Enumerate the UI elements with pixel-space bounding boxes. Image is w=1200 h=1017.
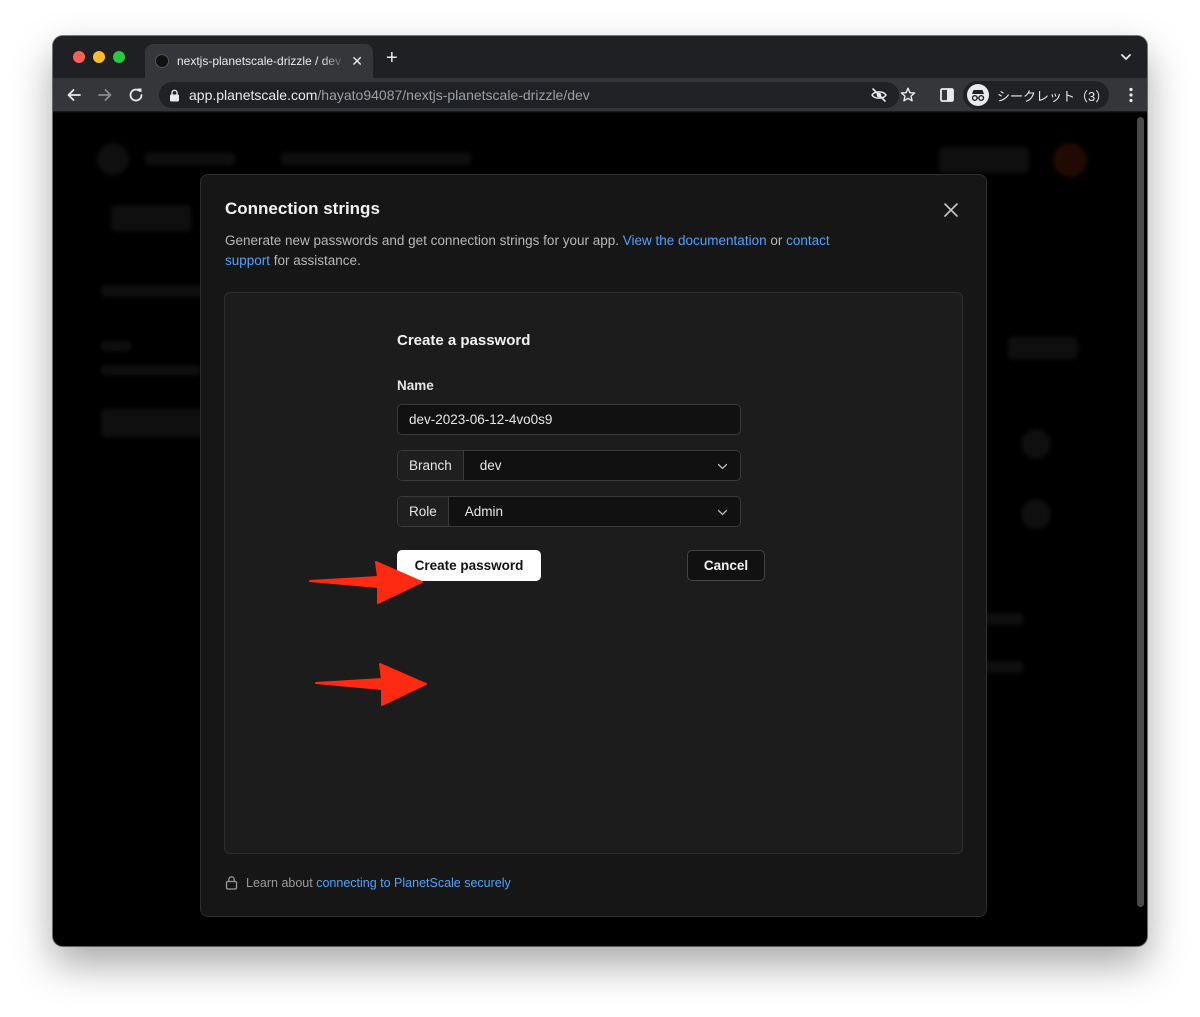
page-viewport: Connection strings Generate new password… bbox=[53, 113, 1147, 946]
page-scrollbar[interactable] bbox=[1137, 117, 1144, 907]
new-tab-button[interactable]: + bbox=[386, 48, 398, 68]
blurred-avatar bbox=[1053, 143, 1087, 177]
security-footer: Learn about connecting to PlanetScale se… bbox=[225, 875, 511, 890]
tab-title: nextjs-planetscale-drizzle / dev bbox=[177, 54, 342, 68]
branch-select-value[interactable]: dev bbox=[464, 451, 740, 480]
blurred-icon bbox=[1021, 429, 1051, 459]
blurred-tab bbox=[111, 205, 191, 231]
annotation-arrow-create-password bbox=[315, 663, 427, 706]
role-select-value[interactable]: Admin bbox=[449, 497, 740, 526]
tab-search-chevron-icon[interactable] bbox=[1119, 50, 1133, 64]
close-window-button[interactable] bbox=[73, 51, 85, 63]
blurred-icon bbox=[1021, 499, 1051, 529]
url-text[interactable]: app.planetscale.com/hayato94087/nextjs-p… bbox=[189, 87, 590, 103]
password-name-input[interactable] bbox=[397, 404, 741, 435]
role-select[interactable]: Role Admin bbox=[397, 496, 741, 527]
chevron-down-icon bbox=[717, 509, 728, 516]
lock-icon[interactable] bbox=[169, 89, 180, 102]
blurred-breadcrumb bbox=[281, 153, 471, 165]
blurred-nav-text bbox=[145, 153, 235, 165]
minimize-window-button[interactable] bbox=[93, 51, 105, 63]
blurred-label bbox=[101, 285, 211, 297]
connection-strings-modal: Connection strings Generate new password… bbox=[200, 174, 987, 917]
name-label: Name bbox=[397, 378, 434, 393]
cancel-button[interactable]: Cancel bbox=[687, 550, 765, 581]
branch-label: Branch bbox=[398, 451, 464, 480]
browser-menu-icon[interactable] bbox=[1129, 87, 1133, 103]
bookmark-star-icon[interactable] bbox=[899, 86, 917, 104]
incognito-avatar-icon bbox=[967, 84, 989, 106]
reload-icon[interactable] bbox=[127, 86, 145, 104]
branch-select[interactable]: Branch dev bbox=[397, 450, 741, 481]
chevron-down-icon bbox=[717, 463, 728, 470]
close-tab-icon[interactable]: ✕ bbox=[351, 54, 363, 68]
browser-toolbar: app.planetscale.com/hayato94087/nextjs-p… bbox=[53, 78, 1147, 112]
incognito-profile-button[interactable]: シークレット（3） bbox=[963, 81, 1109, 109]
role-label: Role bbox=[398, 497, 449, 526]
blurred-button bbox=[1008, 337, 1078, 359]
blurred-text bbox=[983, 661, 1023, 673]
address-bar[interactable]: app.planetscale.com/hayato94087/nextjs-p… bbox=[159, 82, 899, 108]
contact-support-link[interactable]: contact bbox=[786, 233, 830, 248]
planetscale-favicon-icon bbox=[155, 54, 169, 68]
contact-support-link-continued[interactable]: support bbox=[225, 253, 270, 268]
annotation-arrow-branch bbox=[309, 561, 423, 604]
browser-tab[interactable]: nextjs-planetscale-drizzle / dev ✕ bbox=[145, 44, 373, 78]
forward-arrow-icon[interactable] bbox=[96, 86, 114, 104]
blurred-text bbox=[101, 365, 201, 375]
browser-window: nextjs-planetscale-drizzle / dev ✕ + app… bbox=[53, 36, 1147, 946]
modal-description: Generate new passwords and get connectio… bbox=[225, 233, 830, 268]
incognito-label: シークレット（3） bbox=[997, 88, 1109, 104]
tracking-blocked-eye-icon[interactable] bbox=[870, 86, 888, 104]
blurred-text bbox=[983, 613, 1023, 625]
zoom-window-button[interactable] bbox=[113, 51, 125, 63]
blurred-text bbox=[101, 341, 131, 351]
lock-icon bbox=[225, 876, 238, 890]
blurred-logo bbox=[97, 143, 129, 175]
blurred-field bbox=[101, 409, 211, 437]
tab-strip: nextjs-planetscale-drizzle / dev ✕ + bbox=[53, 36, 1147, 78]
documentation-link[interactable]: View the documentation bbox=[623, 233, 767, 248]
secure-connection-link[interactable]: connecting to PlanetScale securely bbox=[316, 876, 511, 890]
modal-title: Connection strings bbox=[225, 199, 380, 218]
side-panel-icon[interactable] bbox=[938, 86, 956, 104]
back-arrow-icon[interactable] bbox=[65, 86, 83, 104]
form-title: Create a password bbox=[397, 332, 531, 349]
blurred-header-button bbox=[939, 147, 1029, 173]
close-icon[interactable] bbox=[942, 201, 960, 219]
